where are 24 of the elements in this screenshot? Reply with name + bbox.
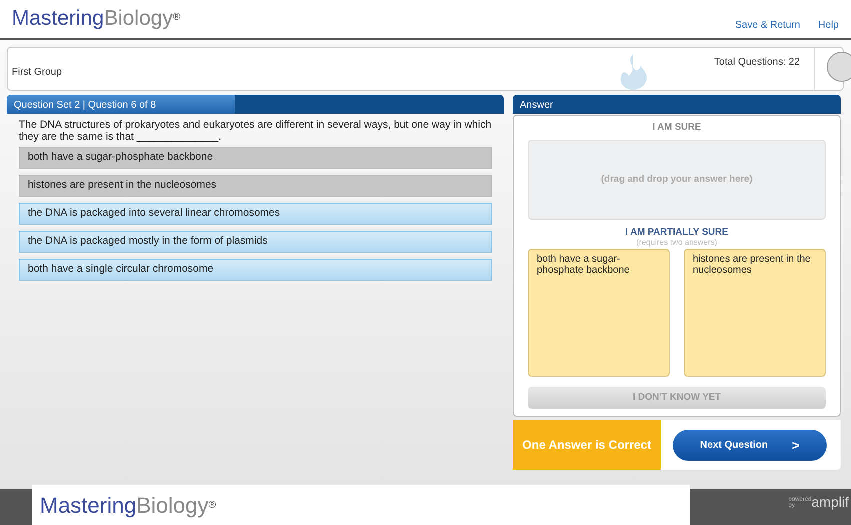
answer-header: Answer: [513, 95, 841, 114]
answer-option[interactable]: histones are present in the nucleosomes: [19, 175, 492, 197]
answer-option[interactable]: both have a sugar-phosphate backbone: [19, 147, 492, 169]
answer-option[interactable]: the DNA is packaged mostly in the form of plasmids: [19, 231, 492, 253]
question-title: Question Set 2 | Question 6 of 8: [7, 95, 235, 114]
footer-brand: amplif: [812, 495, 849, 509]
answer-option[interactable]: both have a single circular chromosome: [19, 259, 492, 281]
partial-drop-slot[interactable]: histones are present in the nucleosomes: [684, 249, 826, 378]
next-question-button[interactable]: Next Question >: [673, 430, 827, 461]
partial-drop-slot[interactable]: both have a sugar-phosphate backbone: [528, 249, 670, 378]
feedback-banner: One Answer is Correct: [513, 420, 661, 470]
partial-label: I AM PARTIALLY SURE: [624, 227, 730, 238]
partial-hint: (requires two answers): [636, 238, 718, 248]
header-link[interactable]: Help: [818, 18, 839, 32]
sure-label: I AM SURE: [652, 121, 702, 135]
round-button[interactable]: [827, 52, 851, 82]
answer-option[interactable]: the DNA is packaged into several linear chromosomes: [19, 203, 492, 225]
brand-logo: MasteringBiology$^{®}$: [40, 492, 216, 520]
group-name: First Group: [12, 66, 62, 80]
drop-placeholder: (drag and drop your answer here): [601, 173, 753, 188]
question-prompt: The DNA structures of prokaryotes and eukaryotes are different in several ways, but one way in which they are the same is that ______________.: [18, 119, 493, 143]
brand-logo: MasteringBiology$^{®}$: [12, 6, 180, 32]
total-questions: Total Questions: 22: [714, 56, 800, 70]
header-link[interactable]: Save & Return: [735, 18, 800, 32]
